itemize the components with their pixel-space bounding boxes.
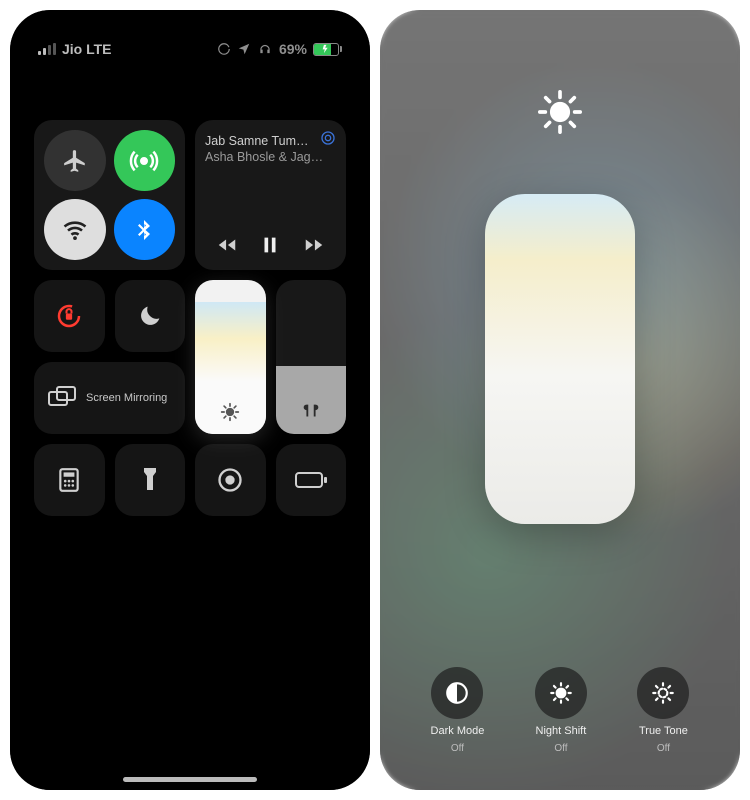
screen-mirroring-icon: [48, 386, 76, 410]
forward-icon[interactable]: [303, 234, 325, 256]
night-shift-toggle[interactable]: Night Shift Off: [535, 667, 587, 754]
wifi-icon: [61, 216, 89, 244]
media-artist-label: Asha Bhosle & Jag…: [205, 150, 336, 166]
bluetooth-toggle[interactable]: [114, 199, 176, 260]
brightness-slider-large[interactable]: [485, 194, 635, 524]
calculator-button[interactable]: [34, 444, 105, 516]
screenshot-brightness-module: Dark Mode Off Night Shift Off True Tone …: [380, 10, 740, 790]
brightness-options-row: Dark Mode Off Night Shift Off True Tone …: [380, 667, 740, 754]
true-tone-icon: [650, 680, 676, 706]
rotation-lock-icon: [54, 301, 84, 331]
dark-mode-icon: [444, 680, 470, 706]
true-tone-toggle[interactable]: True Tone Off: [637, 667, 689, 754]
status-bar: Jio LTE 69%: [10, 10, 370, 54]
connectivity-group[interactable]: [34, 120, 185, 270]
moon-icon: [136, 302, 164, 330]
flashlight-icon: [140, 466, 160, 494]
airplay-audio-icon: [320, 130, 336, 146]
battery-icon: [295, 470, 327, 490]
airplane-icon: [62, 148, 88, 174]
screen-record-button[interactable]: [195, 444, 266, 516]
brightness-slider[interactable]: [195, 280, 266, 434]
screen-mirroring-label: Screen Mirroring: [86, 392, 167, 404]
bluetooth-icon: [132, 218, 156, 242]
carrier-label: Jio LTE: [62, 41, 112, 57]
dark-mode-label: Dark Mode: [431, 725, 485, 737]
sun-icon: [538, 90, 582, 134]
location-icon: [237, 42, 251, 56]
battery-icon: [313, 43, 342, 56]
airpods-icon: [300, 400, 322, 422]
rewind-icon[interactable]: [216, 234, 238, 256]
pause-icon[interactable]: [259, 234, 281, 256]
calculator-icon: [56, 467, 82, 493]
home-indicator[interactable]: [123, 777, 257, 782]
dark-mode-toggle[interactable]: Dark Mode Off: [431, 667, 485, 754]
media-title-label: Jab Samne Tum…: [205, 134, 336, 150]
dark-mode-state: Off: [451, 743, 464, 754]
battery-percent-label: 69%: [279, 41, 307, 57]
true-tone-state: Off: [657, 743, 670, 754]
night-shift-state: Off: [554, 743, 567, 754]
media-controls-tile[interactable]: Jab Samne Tum… Asha Bhosle & Jag…: [195, 120, 346, 270]
headphones-icon: [257, 42, 273, 56]
screen-mirroring-button[interactable]: Screen Mirroring: [34, 362, 185, 434]
night-shift-label: Night Shift: [536, 725, 587, 737]
control-center-grid: Jab Samne Tum… Asha Bhosle & Jag…: [34, 120, 346, 516]
record-icon: [216, 466, 244, 494]
refresh-icon: [217, 42, 231, 56]
flashlight-button[interactable]: [115, 444, 186, 516]
cellular-data-toggle[interactable]: [114, 130, 176, 191]
do-not-disturb-toggle[interactable]: [115, 280, 186, 352]
volume-slider[interactable]: [276, 280, 347, 434]
sun-icon: [220, 402, 240, 422]
cellular-antenna-icon: [129, 146, 159, 176]
screenshot-control-center: Jio LTE 69%: [10, 10, 370, 790]
signal-bars-icon: [38, 43, 56, 55]
wifi-toggle[interactable]: [44, 199, 106, 260]
airplane-mode-toggle[interactable]: [44, 130, 106, 191]
true-tone-label: True Tone: [639, 725, 688, 737]
orientation-lock-toggle[interactable]: [34, 280, 105, 352]
night-shift-icon: [548, 680, 574, 706]
low-power-mode-button[interactable]: [276, 444, 347, 516]
